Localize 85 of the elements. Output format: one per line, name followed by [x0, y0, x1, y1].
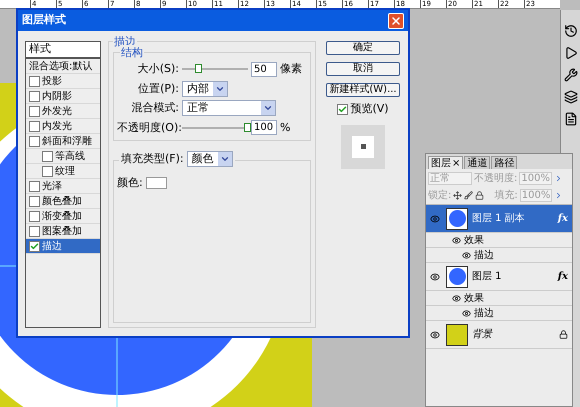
- color-swatch[interactable]: [146, 176, 167, 189]
- opacity-field[interactable]: 100: [251, 120, 277, 136]
- blend-mode-dropdown[interactable]: 正常: [182, 100, 276, 116]
- layer-name: 背景: [472, 328, 494, 342]
- opacity-slider[interactable]: [182, 122, 248, 133]
- style-list-item[interactable]: 描边: [26, 239, 100, 254]
- unit-label: %: [280, 120, 290, 136]
- slider-thumb[interactable]: [194, 64, 202, 74]
- size-slider[interactable]: [182, 64, 248, 74]
- wrench-icon[interactable]: [564, 68, 578, 82]
- checkbox[interactable]: [29, 106, 40, 116]
- unit-label: 像素: [280, 61, 302, 77]
- dialog-button[interactable]: 新建样式(W)...: [326, 83, 400, 97]
- fill-type-dropdown[interactable]: 颜色: [186, 151, 233, 168]
- checkbox[interactable]: [29, 196, 40, 206]
- window-title: 图层样式: [22, 12, 66, 28]
- dialog-button[interactable]: 确定: [326, 41, 400, 55]
- checkbox[interactable]: [29, 180, 40, 192]
- slider-thumb[interactable]: [244, 122, 251, 132]
- style-list-item[interactable]: 光泽: [26, 179, 100, 194]
- fill-type-label: 填充类型(F):: [121, 151, 184, 167]
- eye-icon[interactable]: [430, 330, 440, 340]
- style-list-item[interactable]: 内阴影: [26, 89, 100, 104]
- position-label: 位置(P):: [137, 80, 179, 96]
- tab-close-button[interactable]: ×: [452, 156, 460, 170]
- blend-mode-label: 混合模式:: [130, 100, 179, 116]
- dialog-button[interactable]: 取消: [326, 62, 400, 76]
- close-button[interactable]: [388, 12, 404, 28]
- effects-label: 效果: [464, 234, 484, 248]
- color-label: 颜色:: [117, 174, 143, 190]
- eye-icon[interactable]: [452, 236, 461, 244]
- fill-label: 填充:: [494, 188, 518, 203]
- layer-row[interactable]: 图层 1 副本 fx: [426, 205, 572, 233]
- layer-row[interactable]: 背景: [426, 321, 572, 349]
- checkbox[interactable]: [29, 226, 40, 236]
- layer-row[interactable]: 图层 1 fx: [426, 263, 572, 291]
- document-icon[interactable]: [564, 112, 578, 126]
- preview-label: 预览(V): [350, 101, 389, 117]
- effects-label: 效果: [464, 292, 484, 306]
- checkbox[interactable]: [29, 120, 40, 132]
- position-dropdown[interactable]: 内部: [182, 80, 228, 97]
- style-list-item[interactable]: 纹理: [26, 164, 100, 179]
- checkbox[interactable]: [29, 76, 40, 86]
- brush-icon[interactable]: [464, 191, 474, 200]
- fx-label: fx: [558, 270, 568, 284]
- history-icon[interactable]: [564, 24, 578, 38]
- panel-tab[interactable]: 图层×: [428, 156, 464, 169]
- fx-label: fx: [558, 212, 568, 226]
- checkbox[interactable]: [29, 240, 40, 252]
- effect-item: 描边: [474, 306, 494, 320]
- lock-label: 锁定:: [428, 188, 452, 203]
- size-field[interactable]: 50: [251, 62, 277, 77]
- style-list-item[interactable]: 内发光: [26, 119, 100, 134]
- style-list-item[interactable]: 等高线: [26, 149, 100, 164]
- checkbox[interactable]: [29, 136, 40, 146]
- checkbox[interactable]: [29, 210, 40, 222]
- close-icon: [390, 14, 402, 26]
- effect-item: 描边: [474, 248, 494, 262]
- size-label: 大小(S):: [136, 61, 179, 77]
- eye-icon[interactable]: [452, 294, 461, 302]
- checkbox[interactable]: [42, 150, 53, 162]
- eye-icon[interactable]: [462, 250, 471, 260]
- move-icon[interactable]: [453, 191, 462, 200]
- opacity-label: 不透明度:: [474, 172, 518, 186]
- list-header: 样式: [26, 42, 100, 59]
- style-list-item[interactable]: 渐变叠加: [26, 209, 100, 224]
- play-icon[interactable]: [564, 46, 578, 60]
- checkbox[interactable]: [29, 90, 40, 102]
- style-list-item[interactable]: 混合选项:默认: [26, 59, 100, 74]
- layer-name: 图层 1: [472, 270, 503, 284]
- eye-icon[interactable]: [430, 272, 440, 282]
- checkbox[interactable]: [337, 104, 348, 115]
- style-list-item[interactable]: 颜色叠加: [26, 194, 100, 209]
- layers-icon[interactable]: [564, 90, 578, 104]
- lock-icon[interactable]: [475, 191, 484, 200]
- opacity-label: 不透明度(O):: [117, 120, 179, 136]
- style-list-item[interactable]: 外发光: [26, 104, 100, 119]
- layer-name: 图层 1 副本: [472, 212, 526, 226]
- preview-square-icon: [360, 144, 366, 149]
- panel-tab[interactable]: 路径: [491, 156, 518, 169]
- panel-tab[interactable]: 通道: [464, 156, 490, 169]
- eye-icon[interactable]: [462, 308, 471, 318]
- checkbox[interactable]: [42, 166, 53, 176]
- style-list-item[interactable]: 斜面和浮雕: [26, 134, 100, 149]
- style-list-item[interactable]: 投影: [26, 74, 100, 89]
